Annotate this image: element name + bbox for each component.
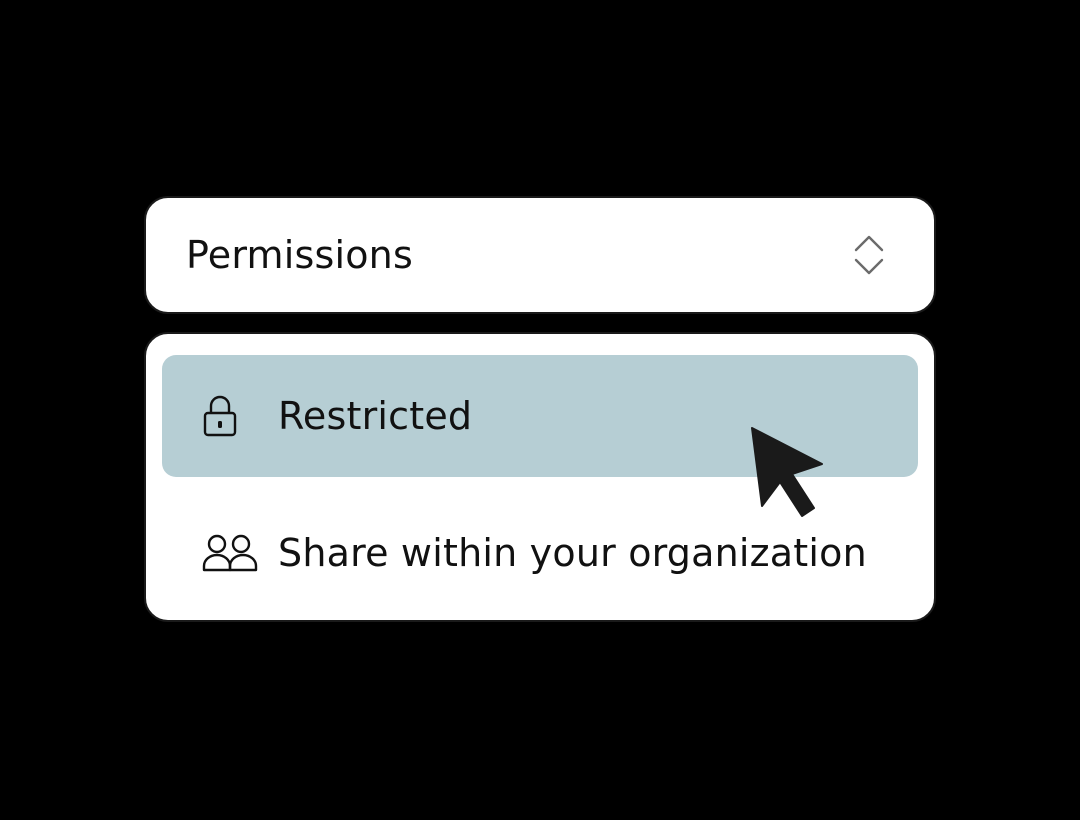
stage: Permissions Restricted Share within your…: [0, 0, 1080, 820]
option-label: Restricted: [278, 394, 473, 438]
mouse-pointer-icon: [751, 427, 823, 517]
users-icon: [202, 529, 266, 577]
permissions-select[interactable]: Permissions: [144, 196, 936, 314]
lock-icon: [202, 392, 266, 440]
permissions-select-label: Permissions: [186, 233, 413, 277]
option-label: Share within your organization: [278, 531, 867, 575]
chevron-up-down-icon[interactable]: [852, 234, 886, 276]
